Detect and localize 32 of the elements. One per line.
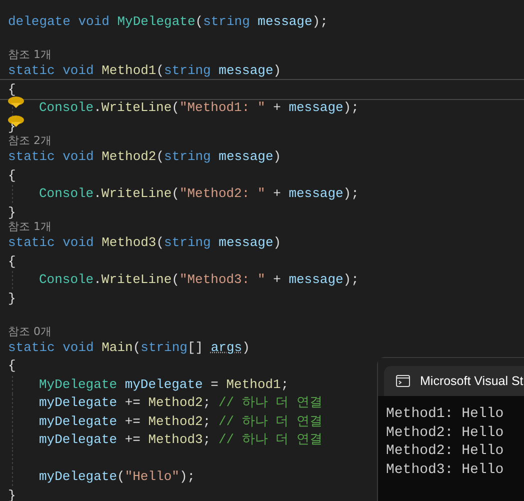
console-output-line: Method1: Hello [386,405,505,424]
code-line: delegate void MyDelegate(string message); [8,14,328,29]
code-line: static void Method2(string message) [8,149,282,164]
console-output-line: Method2: Hello [386,442,505,462]
reference-count[interactable]: 참조 2개 [8,134,52,147]
code-line: } [8,290,16,306]
code-line: } [8,204,16,220]
console-icon [396,375,410,387]
code-line: static void Method3(string message) [8,235,282,250]
console-tab[interactable]: Microsoft Visual St [384,366,524,396]
code-line: { [8,82,16,98]
reference-count[interactable]: 참조 0개 [8,324,52,338]
code-line: myDelegate += Method2; // 하나 더 연결 [39,395,322,410]
code-line: static void Method1(string message) [8,63,282,78]
code-line: { [8,168,16,182]
console-output-line: Method2: Hello [386,424,505,442]
code-line: myDelegate += Method2; // 하나 더 연결 [39,414,322,428]
console-title: Microsoft Visual St [420,374,524,388]
code-line: myDelegate("Hello"); [39,469,196,484]
code-line: { [8,254,16,268]
code-line: { [8,358,16,373]
reference-count[interactable]: 참조 1개 [8,220,52,233]
console-output-line: Method3: Hello [386,461,505,480]
lightbulb-icon[interactable] [6,95,26,109]
code-line: static void Main(string[] args) [8,340,250,354]
code-line: MyDelegate myDelegate = Method1; [39,376,289,392]
code-line: } [8,488,16,501]
code-line: Console.WriteLine("Method1: " + message); [39,100,359,115]
code-line: myDelegate += Method3; // 하나 더 연결 [39,432,322,447]
code-line: Console.WriteLine("Method3: " + message); [39,272,359,287]
reference-count[interactable]: 참조 1개 [8,48,52,61]
code-line: Console.WriteLine("Method2: " + message); [39,186,359,201]
